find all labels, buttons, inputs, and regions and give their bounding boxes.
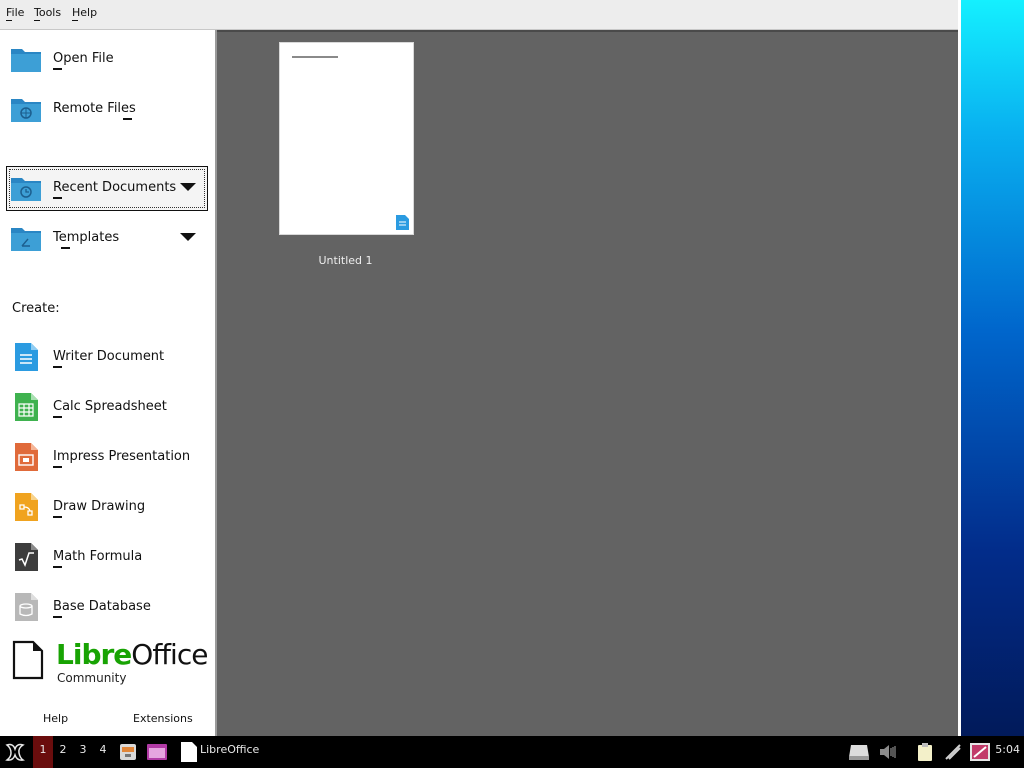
remote-files-label: Remote Files (53, 101, 136, 116)
impress-presentation-icon (15, 443, 38, 471)
menu-mnemonic (6, 20, 12, 21)
logo-office: Office (131, 638, 208, 671)
menu-bar: File Tools Help (0, 0, 960, 30)
mnemonic-underline (53, 516, 62, 518)
file-manager-icon[interactable] (119, 742, 137, 762)
mnemonic-underline (53, 416, 62, 418)
network-icon[interactable] (943, 742, 963, 762)
clipboard-icon[interactable] (915, 742, 935, 762)
create-writer-button[interactable]: Writer Document (10, 338, 210, 378)
templates-label: Templates (53, 230, 120, 245)
create-math-button[interactable]: Math Formula (10, 538, 210, 578)
volume-icon[interactable] (878, 743, 898, 761)
mnemonic-underline (53, 566, 62, 568)
templates-button[interactable]: Templates (10, 219, 210, 259)
chevron-down-icon[interactable] (180, 183, 196, 191)
update-notifier-icon[interactable] (969, 742, 991, 762)
folder-icon (11, 49, 41, 72)
logo-libre: Libre (56, 638, 132, 671)
start-menu-icon[interactable] (4, 741, 26, 763)
impress-presentation-label: Impress Presentation (53, 449, 191, 464)
create-base-button[interactable]: Base Database (10, 588, 210, 628)
taskbar: 1 2 3 4 LibreOffice 5:04 (0, 736, 1024, 768)
clock[interactable]: 5:04 (995, 736, 1020, 768)
calc-spreadsheet-label: Calc Spreadsheet (53, 399, 167, 414)
thumbnail-text-line (292, 56, 338, 58)
remote-folder-icon (11, 99, 41, 122)
menu-file[interactable]: File (6, 6, 24, 19)
draw-drawing-label: Draw Drawing (53, 499, 146, 514)
mnemonic-underline (53, 366, 62, 368)
workspace-2[interactable]: 2 (53, 736, 73, 768)
help-link[interactable]: Help (43, 712, 68, 725)
create-calc-button[interactable]: Calc Spreadsheet (10, 388, 210, 428)
open-file-button[interactable]: Open File (10, 40, 210, 80)
recent-documents-label: Recent Documents (53, 180, 177, 195)
math-formula-label: Math Formula (53, 549, 143, 564)
menu-mnemonic (72, 20, 78, 21)
mnemonic-underline (53, 68, 62, 70)
writer-doc-icon (396, 215, 409, 230)
recent-documents-button[interactable]: Recent Documents (10, 169, 210, 209)
writer-document-label: Writer Document (53, 349, 165, 364)
terminal-icon[interactable] (146, 742, 168, 762)
create-impress-button[interactable]: Impress Presentation (10, 438, 210, 478)
menu-help[interactable]: Help (72, 6, 97, 19)
workspace-4[interactable]: 4 (93, 736, 113, 768)
remote-files-button[interactable]: Remote Files (10, 90, 210, 130)
libreoffice-doc-logo-icon (12, 640, 44, 680)
start-center-sidebar: Open File Remote Files Recent Documents (0, 30, 217, 736)
logo-wordmark: LibreOffice (56, 638, 208, 671)
base-database-label: Base Database (53, 599, 151, 614)
workspace-3[interactable]: 3 (73, 736, 93, 768)
mnemonic-underline (53, 616, 62, 618)
recent-folder-icon (11, 178, 41, 201)
math-formula-icon (15, 543, 38, 571)
mnemonic-underline (123, 118, 132, 120)
window-button-libreoffice[interactable]: LibreOffice (200, 736, 260, 768)
extensions-link[interactable]: Extensions (133, 712, 193, 725)
writer-doc-icon (15, 343, 38, 371)
recent-documents-view: Untitled 1 (217, 30, 958, 736)
workspace-1[interactable]: 1 (33, 736, 53, 768)
logo-community: Community (57, 671, 127, 685)
base-database-icon (15, 593, 38, 621)
calc-sheet-icon (15, 393, 38, 421)
create-draw-button[interactable]: Draw Drawing (10, 488, 210, 528)
open-file-label: Open File (53, 51, 114, 66)
templates-folder-icon (11, 228, 41, 251)
libreoffice-window-icon[interactable] (180, 741, 198, 763)
drive-icon[interactable] (848, 743, 870, 761)
menu-tools[interactable]: Tools (34, 6, 61, 19)
create-heading: Create: (12, 301, 60, 316)
libreoffice-logo: LibreOffice Community (12, 638, 212, 690)
mnemonic-underline (61, 247, 70, 249)
chevron-down-icon[interactable] (180, 233, 196, 241)
draw-drawing-icon (15, 493, 38, 521)
menu-mnemonic (34, 20, 40, 21)
desktop-wallpaper (958, 0, 1024, 736)
mnemonic-underline (53, 466, 62, 468)
recent-document-title[interactable]: Untitled 1 (279, 254, 412, 267)
mnemonic-underline (53, 197, 62, 199)
view-top-border (217, 30, 958, 32)
recent-document-thumbnail[interactable] (279, 42, 414, 235)
